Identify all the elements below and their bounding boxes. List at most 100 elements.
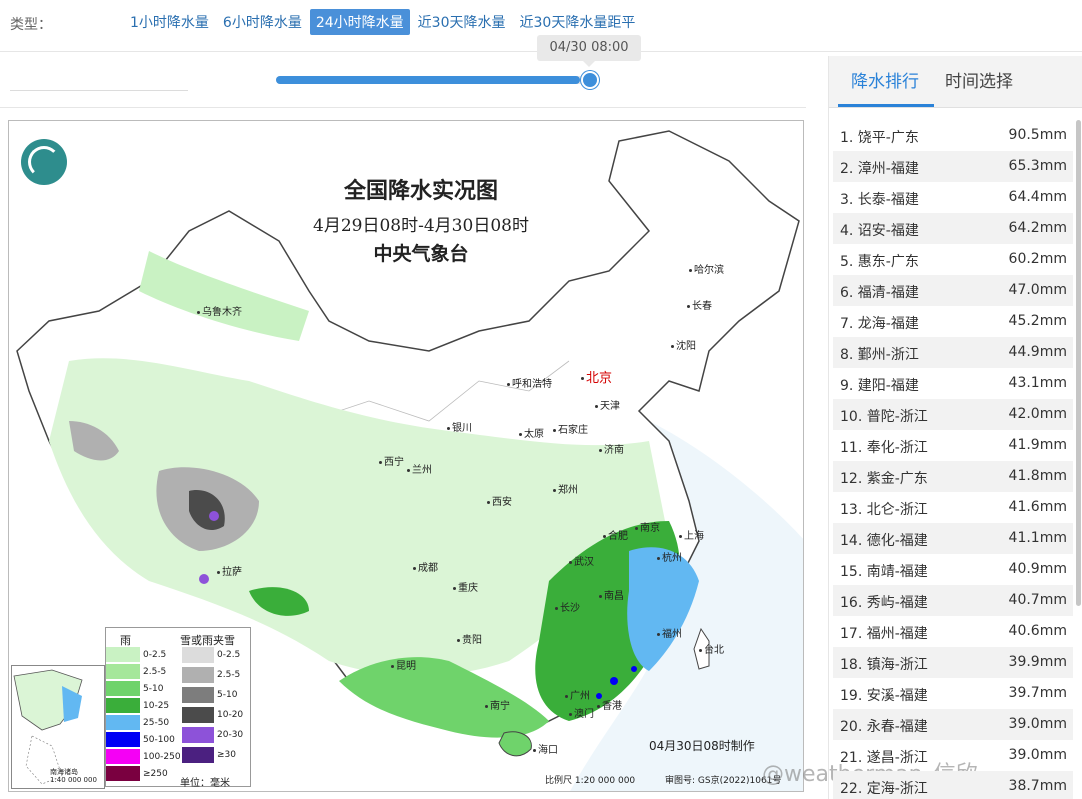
legend-snow-item: 10-20	[182, 706, 243, 724]
legend-label: ≥30	[217, 750, 236, 760]
ranking-scrollbar[interactable]	[1076, 120, 1081, 606]
ranking-row[interactable]: 9. 建阳-福建 43.1mm	[833, 368, 1073, 399]
type-tabs: 1小时降水量 6小时降水量 24小时降水量 近30天降水量 近30天降水量距平	[124, 9, 643, 35]
ranking-station: 15. 南靖-福建	[840, 564, 928, 580]
ranking-row[interactable]: 20. 永春-福建 39.0mm	[833, 709, 1073, 740]
ranking-value: 41.1mm	[1008, 530, 1067, 546]
ranking-row[interactable]: 10. 普陀-浙江 42.0mm	[833, 399, 1073, 430]
ranking-value: 64.4mm	[1008, 189, 1067, 205]
city-label: 香港	[597, 697, 622, 712]
legend-label: 20-30	[217, 730, 244, 740]
legend-rain-item: 0-2.5	[106, 646, 166, 664]
legend-label: 10-20	[217, 710, 244, 720]
ranking-row[interactable]: 8. 鄞州-浙江 44.9mm	[833, 337, 1073, 368]
city-label: 贵阳	[457, 631, 482, 646]
ranking-row[interactable]: 7. 龙海-福建 45.2mm	[833, 306, 1073, 337]
ranking-row[interactable]: 16. 秀屿-福建 40.7mm	[833, 585, 1073, 616]
type-tab-2[interactable]: 24小时降水量	[309, 9, 410, 35]
ranking-row[interactable]: 22. 定海-浙江 38.7mm	[833, 771, 1073, 799]
ranking-value: 64.2mm	[1008, 220, 1067, 236]
ranking-row[interactable]: 2. 漳州-福建 65.3mm	[833, 151, 1073, 182]
ranking-row[interactable]: 19. 安溪-福建 39.7mm	[833, 678, 1073, 709]
city-label: 福州	[657, 625, 682, 640]
ranking-station: 6. 福清-福建	[840, 285, 919, 301]
ranking-station: 3. 长泰-福建	[840, 192, 919, 208]
ranking-row[interactable]: 15. 南靖-福建 40.9mm	[833, 554, 1073, 585]
type-tab-1[interactable]: 6小时降水量	[217, 9, 308, 35]
ranking-station: 1. 饶平-广东	[840, 130, 919, 146]
city-label: 长春	[687, 297, 712, 312]
tab-time-select[interactable]: 时间选择	[945, 67, 1013, 92]
city-label: 上海	[679, 527, 704, 542]
legend-rain-item: 10-25	[106, 697, 169, 715]
time-slider-track[interactable]	[276, 76, 596, 84]
map-subtitle: 4月29日08时-4月30日08时	[313, 216, 529, 236]
city-label: 哈尔滨	[689, 261, 724, 276]
ranking-row[interactable]: 4. 诏安-福建 64.2mm	[833, 213, 1073, 244]
ranking-value: 44.9mm	[1008, 344, 1067, 360]
ranking-station: 16. 秀屿-福建	[840, 595, 928, 611]
legend-rain-item: 25-50	[106, 714, 169, 732]
ranking-value: 65.3mm	[1008, 158, 1067, 174]
ranking-value: 41.9mm	[1008, 437, 1067, 453]
ranking-row[interactable]: 3. 长泰-福建 64.4mm	[833, 182, 1073, 213]
city-label: 天津	[595, 397, 620, 412]
legend-unit: 单位：毫米	[180, 778, 230, 789]
tab-precip-ranking[interactable]: 降水排行	[851, 67, 919, 92]
city-label: 台北	[699, 641, 724, 656]
legend-rain-item: 100-250	[106, 748, 181, 766]
ranking-value: 40.9mm	[1008, 561, 1067, 577]
legend-label: 2.5-5	[143, 667, 167, 677]
ranking-row[interactable]: 13. 北仑-浙江 41.6mm	[833, 492, 1073, 523]
city-label: 乌鲁木齐	[197, 303, 242, 318]
ranking-row[interactable]: 5. 惠东-广东 60.2mm	[833, 244, 1073, 275]
active-tab-underline	[838, 104, 934, 107]
precipitation-map: 全国降水实况图 4月29日08时-4月30日08时 中央气象台 乌鲁木齐 哈尔滨长…	[8, 120, 804, 792]
south-sea-inset-map: 南海诸岛 1:40 000 000	[11, 665, 105, 789]
ranking-station: 17. 福州-福建	[840, 626, 928, 642]
legend-label: 10-25	[143, 701, 170, 711]
ranking-station: 2. 漳州-福建	[840, 161, 919, 177]
ranking-row[interactable]: 17. 福州-福建 40.6mm	[833, 616, 1073, 647]
time-slider-area: 04/30 08:00	[0, 35, 806, 108]
ranking-station: 10. 普陀-浙江	[840, 409, 928, 425]
ranking-station: 7. 龙海-福建	[840, 316, 919, 332]
map-legend: 雨 雪或雨夹雪 单位：毫米 0-2.5 2.5-5 5-10 10-25 25-50 50…	[105, 627, 251, 789]
city-label: 澳门	[569, 705, 594, 720]
ranking-station: 4. 诏安-福建	[840, 223, 919, 239]
ranking-value: 42.0mm	[1008, 406, 1067, 422]
ranking-row[interactable]: 18. 镇海-浙江 39.9mm	[833, 647, 1073, 678]
ranking-value: 41.8mm	[1008, 468, 1067, 484]
legend-label: 100-250	[143, 752, 181, 762]
type-tab-3[interactable]: 近30天降水量	[412, 9, 512, 35]
ranking-value: 90.5mm	[1008, 127, 1067, 143]
legend-rain-item: 5-10	[106, 680, 163, 698]
ranking-station: 21. 遂昌-浙江	[840, 750, 928, 766]
ranking-row[interactable]: 1. 饶平-广东 90.5mm	[833, 120, 1073, 151]
legend-swatch	[106, 664, 140, 680]
ranking-row[interactable]: 14. 德化-福建 41.1mm	[833, 523, 1073, 554]
ranking-value: 60.2mm	[1008, 251, 1067, 267]
ranking-row[interactable]: 21. 遂昌-浙江 39.0mm	[833, 740, 1073, 771]
ranking-row[interactable]: 6. 福清-福建 47.0mm	[833, 275, 1073, 306]
legend-swatch	[106, 732, 140, 748]
city-label: 西安	[487, 493, 512, 508]
type-tab-4[interactable]: 近30天降水量距平	[514, 9, 642, 35]
ranking-station: 14. 德化-福建	[840, 533, 928, 549]
city-label: 广州	[565, 687, 590, 702]
city-label: 济南	[599, 441, 624, 456]
ranking-row[interactable]: 12. 紫金-广东 41.8mm	[833, 461, 1073, 492]
ranking-station: 13. 北仑-浙江	[840, 502, 928, 518]
ranking-row[interactable]: 11. 奉化-浙江 41.9mm	[833, 430, 1073, 461]
legend-label: 5-10	[143, 684, 164, 694]
legend-swatch	[106, 749, 140, 765]
city-label: 杭州	[657, 549, 682, 564]
cma-logo	[21, 139, 67, 185]
legend-rain-item: 2.5-5	[106, 663, 166, 681]
time-slider-handle[interactable]	[581, 71, 599, 89]
ranking-value: 39.7mm	[1008, 685, 1067, 701]
legend-swatch	[106, 698, 140, 714]
type-tab-0[interactable]: 1小时降水量	[124, 9, 215, 35]
legend-snow-item: ≥30	[182, 746, 236, 764]
city-label: 银川	[447, 419, 472, 434]
